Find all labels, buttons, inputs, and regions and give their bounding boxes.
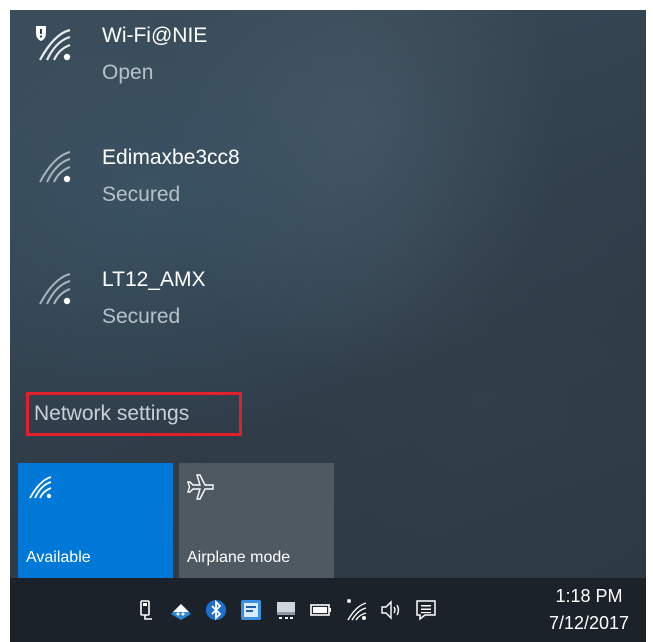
wifi-secured-icon xyxy=(39,273,71,305)
volume-icon[interactable] xyxy=(379,598,403,622)
taskbar-clock[interactable]: 1:18 PM 7/12/2017 xyxy=(544,583,634,637)
wifi-icon[interactable] xyxy=(344,598,368,622)
network-sync-icon[interactable] xyxy=(169,598,193,622)
app-icon[interactable] xyxy=(239,598,263,622)
bluetooth-icon[interactable] xyxy=(204,598,228,622)
network-item-wifi-nie[interactable]: Wi-Fi@NIE Open xyxy=(10,10,646,120)
network-item-edimax[interactable]: Edimaxbe3cc8 Secured xyxy=(10,132,646,242)
tile-label: Available xyxy=(26,549,91,566)
battery-icon[interactable] xyxy=(309,598,333,622)
airplane-mode-tile[interactable]: Airplane mode xyxy=(179,463,334,578)
network-name: LT12_AMX xyxy=(102,268,206,291)
clock-date: 7/12/2017 xyxy=(548,613,630,633)
network-settings-link[interactable]: Network settings xyxy=(26,392,242,436)
wifi-icon xyxy=(29,476,52,499)
display-icon[interactable] xyxy=(274,598,298,622)
network-settings-label: Network settings xyxy=(34,402,190,425)
network-status: Secured xyxy=(102,305,181,328)
wifi-secured-icon xyxy=(39,151,71,183)
taskbar: 1:18 PM 7/12/2017 xyxy=(10,578,646,642)
network-name: Edimaxbe3cc8 xyxy=(102,146,240,169)
notification-icon[interactable] xyxy=(414,598,438,622)
clock-time: 1:18 PM xyxy=(555,586,623,606)
network-item-lt12[interactable]: LT12_AMX Secured xyxy=(10,254,646,364)
airplane-icon xyxy=(187,474,214,500)
usb-icon[interactable] xyxy=(134,598,158,622)
network-status: Open xyxy=(102,61,154,84)
wifi-open-shield-icon xyxy=(36,26,71,61)
screenshot: Wi-Fi@NIE Open Edimaxbe3cc8 Secured LT12… xyxy=(0,0,653,642)
network-name: Wi-Fi@NIE xyxy=(102,24,208,47)
network-flyout: Wi-Fi@NIE Open Edimaxbe3cc8 Secured LT12… xyxy=(10,10,646,578)
tile-label: Airplane mode xyxy=(187,549,291,566)
network-status: Secured xyxy=(102,183,181,206)
wifi-toggle-tile[interactable]: Available xyxy=(18,463,173,578)
